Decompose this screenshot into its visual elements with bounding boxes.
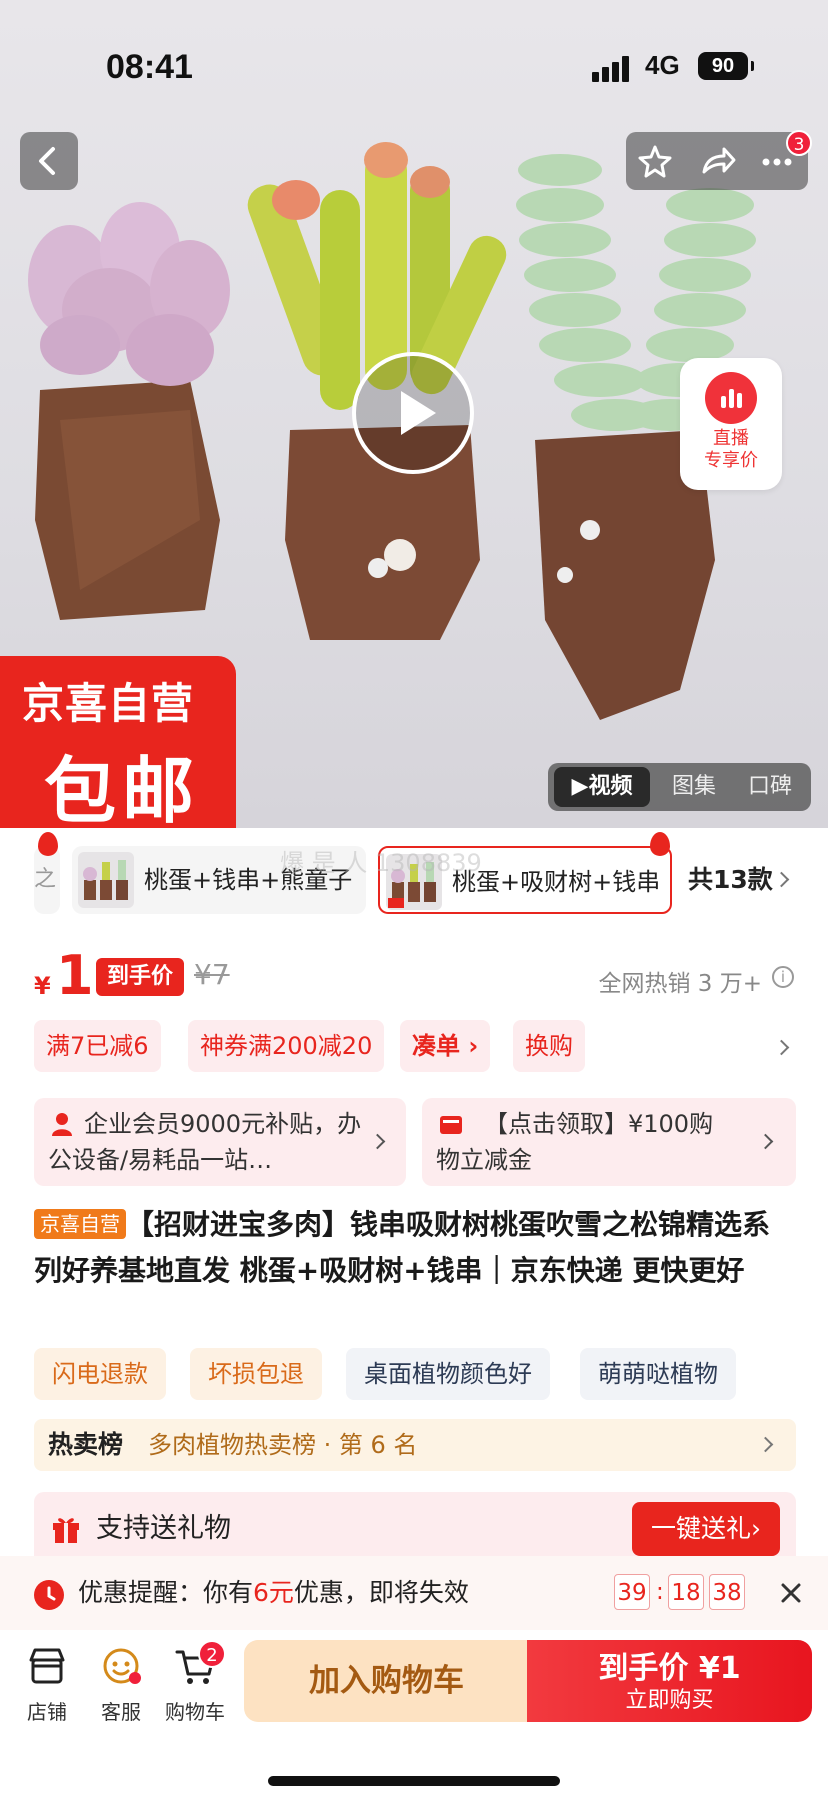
send-gift-button[interactable]: 一键送礼› — [632, 1502, 780, 1556]
coupon-reminder: 优惠提醒：你有6元优惠，即将失效 39 : 18 : 38 — [0, 1556, 828, 1630]
live-label: 直播 — [713, 428, 749, 449]
product-media[interactable]: 08:41 4G 90 3 直播 专享价 京喜自营 包邮 ▶视频 图集 口碑 — [0, 0, 828, 828]
gift-label: 支持送礼物 — [96, 1513, 231, 1544]
shopping-credit-card[interactable]: 【点击领取】¥100购物立减金 — [422, 1098, 796, 1186]
hot-flame-icon — [38, 832, 58, 856]
customer-service-button[interactable]: 客服 — [86, 1646, 156, 1725]
price-row: ¥ 1 到手价 ¥7 全网热销 3 万+ i — [34, 944, 794, 1010]
enterprise-subsidy-card[interactable]: 企业会员9000元补贴，办公设备/易耗品一站… — [34, 1098, 406, 1186]
add-to-cart-button[interactable]: 加入购物车 — [244, 1640, 529, 1722]
play-icon — [401, 391, 436, 435]
status-time: 08:41 — [106, 48, 193, 86]
info-icon[interactable]: i — [772, 966, 794, 988]
card-text: 【点击领取】¥100购物立减金 — [436, 1110, 714, 1174]
product-title: 京喜自营 【招财进宝多肉】钱串吸财树桃蛋吹雪之松锦精选系列好养基地直发 桃蛋+吸财… — [34, 1202, 796, 1294]
live-price-button[interactable]: 直播 专享价 — [680, 358, 782, 490]
promo-brand: 京喜自营 — [22, 679, 195, 728]
favorite-star-icon[interactable] — [626, 132, 684, 190]
service-icon — [103, 1648, 141, 1684]
cart-count-badge: 2 — [198, 1640, 226, 1668]
sales-count: 全网热销 3 万+ — [598, 971, 762, 997]
network-type: 4G — [645, 50, 680, 80]
chevron-left-icon — [39, 147, 55, 175]
countdown-hours: 39 — [614, 1574, 650, 1610]
feature-tag[interactable]: 桌面植物颜色好 — [346, 1348, 550, 1400]
shop-icon — [29, 1648, 65, 1684]
media-tabs: ▶视频 图集 口碑 — [548, 763, 811, 811]
rank-text: 多肉植物热卖榜 · 第 6 名 — [148, 1431, 418, 1459]
chevron-right-icon — [757, 1436, 774, 1453]
card-text: 企业会员9000元补贴，办公设备/易耗品一站… — [48, 1110, 362, 1174]
clock-icon — [34, 1580, 64, 1610]
live-icon — [705, 372, 757, 424]
self-operated-tag: 京喜自营 — [34, 1209, 126, 1239]
sku-partial-label: 之 — [34, 867, 57, 892]
play-video-button[interactable] — [352, 352, 474, 474]
price-value: 1 — [56, 944, 94, 1007]
buy-now-label: 立即购买 — [625, 1688, 714, 1713]
close-icon[interactable] — [776, 1578, 806, 1608]
service-tag[interactable]: 闪电退款 — [34, 1348, 166, 1400]
chevron-right-icon[interactable] — [773, 1039, 790, 1056]
hot-rank-banner[interactable]: 热卖榜 多肉植物热卖榜 · 第 6 名 — [34, 1419, 796, 1471]
add-on-link[interactable]: 凑单 › — [400, 1020, 491, 1072]
cart-label: 购物车 — [165, 1700, 225, 1724]
shop-label: 店铺 — [27, 1700, 67, 1724]
reminder-text: 优惠提醒：你有6元优惠，即将失效 — [78, 1578, 469, 1607]
final-price-tag: 到手价 — [96, 958, 184, 996]
status-bar: 08:41 4G 90 — [0, 44, 828, 94]
sku-option-partial[interactable]: 之 — [34, 846, 60, 914]
battery-icon: 90 — [698, 52, 754, 80]
gift-banner: 支持送礼物 一键送礼› — [34, 1492, 796, 1566]
shop-button[interactable]: 店铺 — [12, 1646, 82, 1725]
feature-tag[interactable]: 萌萌哒植物 — [580, 1348, 736, 1400]
promo-free-shipping: 包邮 — [44, 749, 201, 828]
top-actions — [626, 132, 808, 190]
tab-gallery[interactable]: 图集 — [658, 767, 730, 807]
countdown-seconds: 38 — [709, 1574, 745, 1610]
coupon-chip[interactable]: 满7已减6 — [34, 1020, 161, 1072]
original-price: ¥7 — [194, 958, 230, 991]
tab-reviews[interactable]: 口碑 — [734, 767, 806, 807]
gift-icon — [50, 1512, 82, 1544]
service-tag[interactable]: 坏损包退 — [190, 1348, 322, 1400]
hot-flame-icon — [650, 832, 670, 856]
chevron-right-icon — [757, 1133, 774, 1150]
coupon-chip[interactable]: 神券满200减20 — [188, 1020, 385, 1072]
sku-option-label: 桃蛋+吸财树+钱串 — [452, 868, 661, 896]
product-title-text: 【招财进宝多肉】钱串吸财树桃蛋吹雪之松锦精选系列好养基地直发 桃蛋+吸财树+钱串… — [34, 1208, 771, 1287]
bottom-action-bar: 店铺 客服 购物车 2 加入购物车 到手价 ¥1 立即购买 — [0, 1630, 828, 1801]
chevron-right-icon — [369, 1133, 386, 1150]
buy-now-button[interactable]: 到手价 ¥1 立即购买 — [527, 1640, 812, 1722]
back-button[interactable] — [20, 132, 78, 190]
share-icon[interactable] — [688, 132, 746, 190]
live-sublabel: 专享价 — [704, 450, 758, 471]
countdown-minutes: 18 — [668, 1574, 704, 1610]
rank-label: 热卖榜 — [48, 1430, 124, 1459]
cellular-signal-icon — [592, 56, 632, 82]
promo-badge: 京喜自营 包邮 — [0, 656, 236, 828]
sku-total-count[interactable]: 共13款 — [688, 846, 773, 914]
service-label: 客服 — [101, 1700, 141, 1724]
price-currency: ¥ — [34, 972, 51, 1000]
notification-badge: 3 — [786, 130, 812, 156]
buy-price-label: 到手价 ¥1 — [598, 1651, 741, 1686]
home-indicator — [268, 1776, 560, 1786]
watermark: 爆 是 人 1308839 — [280, 849, 482, 877]
sku-thumbnail — [78, 852, 134, 908]
chevron-right-icon[interactable] — [773, 871, 790, 888]
tab-video[interactable]: ▶视频 — [554, 767, 650, 807]
exchange-chip[interactable]: 换购 — [513, 1020, 585, 1072]
